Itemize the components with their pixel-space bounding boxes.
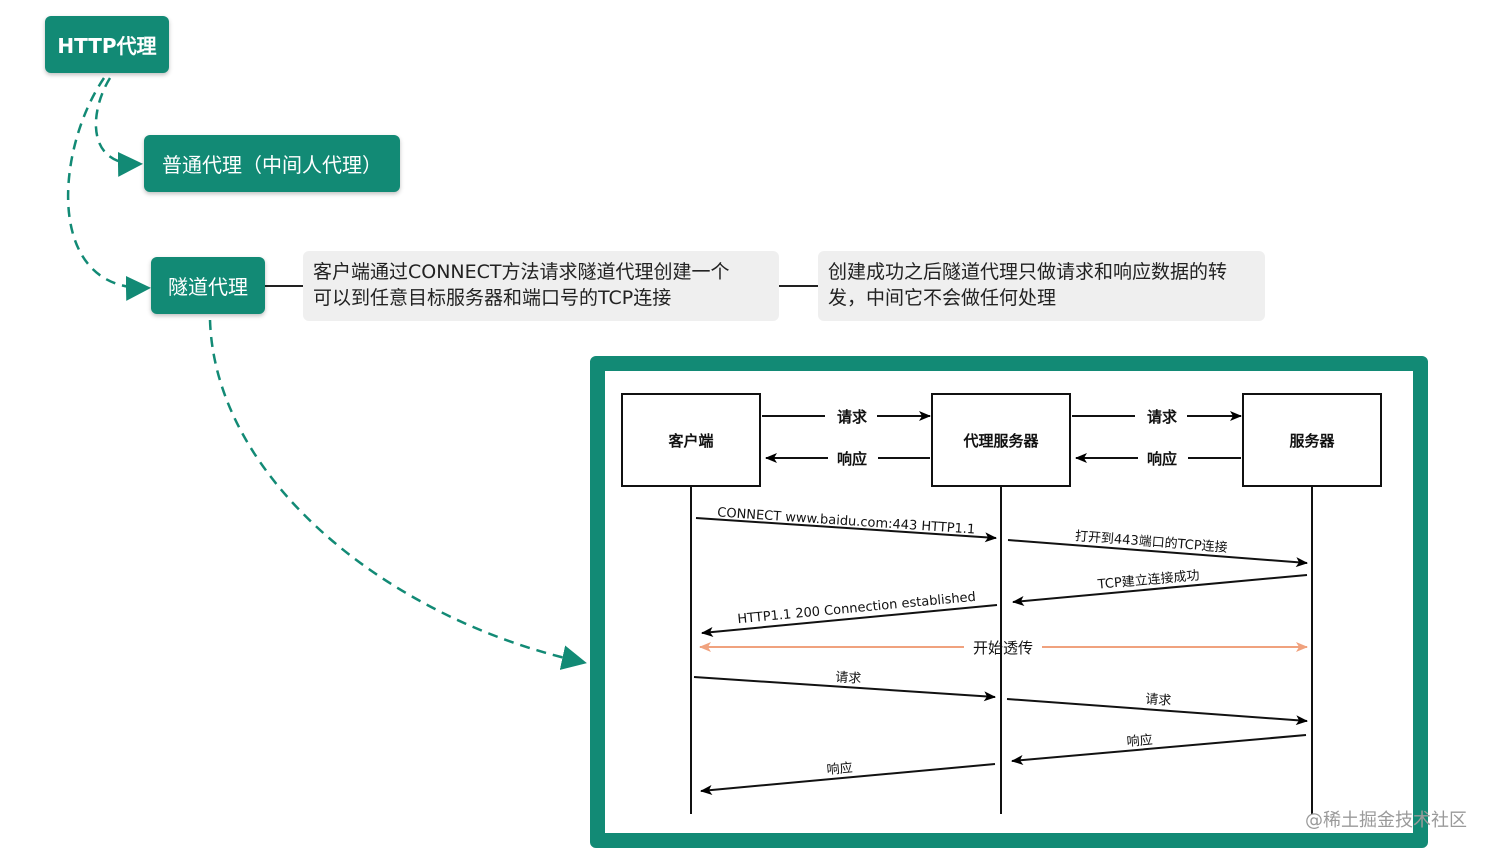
note-connect-line2: 可以到任意目标服务器和端口号的TCP连接 — [313, 287, 672, 309]
msg-response-1-arrow — [1011, 734, 1307, 766]
node-tunnel-proxy: 隧道代理 — [151, 257, 265, 314]
note-forward: 创建成功之后隧道代理只做请求和响应数据的转 发，中间它不会做任何处理 — [818, 251, 1265, 321]
node-http-proxy-label: HTTP代理 — [57, 34, 157, 58]
note-forward-line2: 发，中间它不会做任何处理 — [828, 287, 1057, 309]
watermark: @稀土掘金技术社区 — [1305, 810, 1467, 831]
top-response-label-2: 响应 — [1147, 450, 1177, 468]
msg-tunnel-label: 开始透传 — [973, 639, 1033, 657]
top-response-label-1: 响应 — [837, 450, 867, 468]
node-normal-proxy-label: 普通代理（中间人代理） — [162, 153, 382, 177]
note-connect-line1: 客户端通过CONNECT方法请求隧道代理创建一个 — [313, 261, 730, 283]
connector-tunnel-diagram — [208, 319, 587, 670]
connector-root-tunnel — [66, 77, 151, 301]
node-tunnel-proxy-label: 隧道代理 — [168, 275, 248, 299]
msg-established-label: HTTP1.1 200 Connection established — [737, 590, 977, 627]
actor-client-label: 客户端 — [667, 432, 713, 450]
msg-request-2-label: 请求 — [1145, 692, 1172, 709]
top-request-label-2: 请求 — [1147, 408, 1178, 426]
sequence-diagram-frame: 客户端 代理服务器 服务器 请求 响应 请求 响应 CONNECT www.ba… — [590, 356, 1428, 848]
sequence-diagram: 客户端 代理服务器 服务器 请求 响应 请求 响应 CONNECT www.ba… — [621, 393, 1382, 814]
actor-server-label: 服务器 — [1289, 432, 1335, 450]
top-request-label-1: 请求 — [837, 408, 868, 426]
connector-root-normal — [94, 77, 143, 177]
note-forward-line1: 创建成功之后隧道代理只做请求和响应数据的转 — [828, 261, 1228, 283]
msg-response-2-label: 响应 — [826, 760, 853, 778]
node-http-proxy: HTTP代理 — [45, 16, 169, 73]
msg-request-1-label: 请求 — [835, 670, 862, 687]
node-normal-proxy: 普通代理（中间人代理） — [144, 135, 400, 192]
actor-proxy-label: 代理服务器 — [962, 432, 1039, 450]
note-connect: 客户端通过CONNECT方法请求隧道代理创建一个 可以到任意目标服务器和端口号的… — [303, 251, 779, 321]
msg-connect-label: CONNECT www.baidu.com:443 HTTP1.1 — [717, 505, 976, 537]
msg-response-1-label: 响应 — [1126, 732, 1153, 750]
